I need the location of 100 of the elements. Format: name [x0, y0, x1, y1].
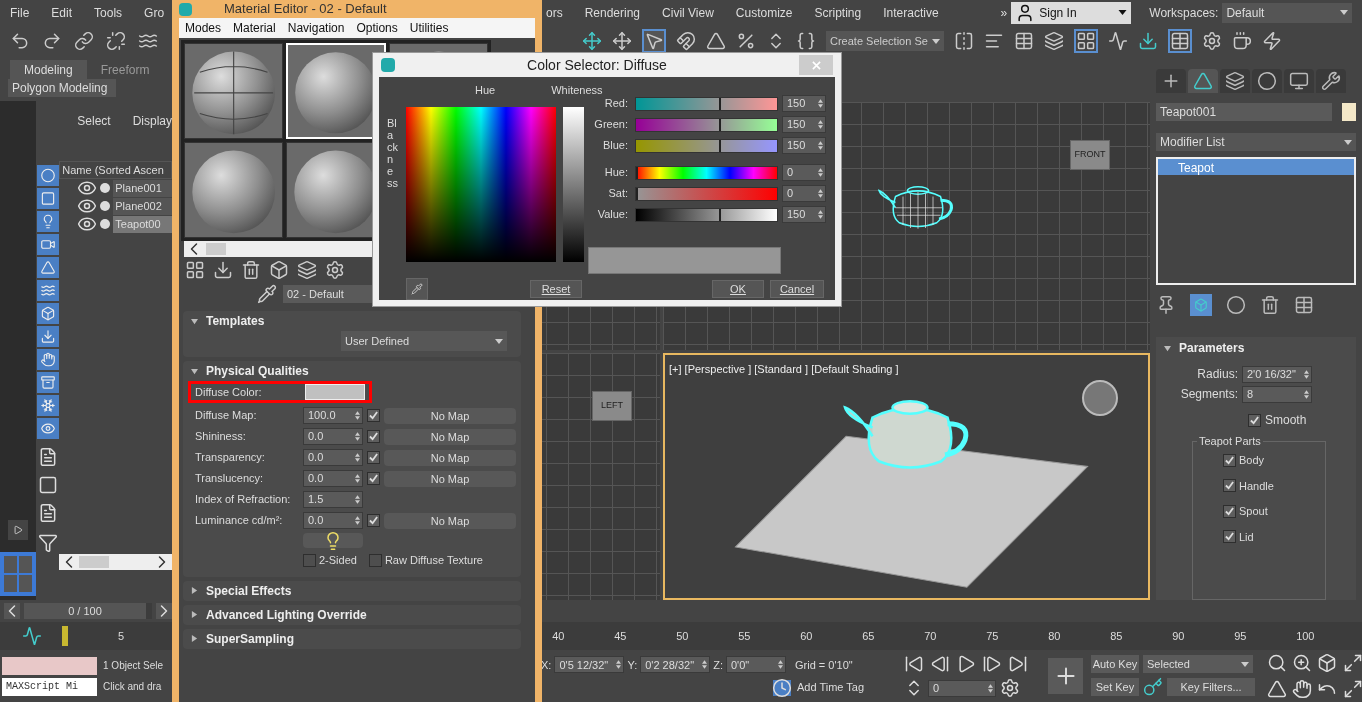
caret-icon[interactable] — [1118, 10, 1128, 15]
checkbox[interactable] — [1223, 530, 1236, 544]
menu-item[interactable]: Material — [233, 19, 276, 37]
spinner-arrows-icon[interactable] — [355, 474, 360, 483]
whiteness-bar[interactable] — [563, 107, 584, 262]
spinner-field[interactable]: 0 — [782, 164, 826, 181]
spinner-arrows-icon[interactable] — [702, 660, 708, 670]
checkbox[interactable] — [367, 472, 380, 485]
menu-item[interactable]: Customize — [735, 3, 793, 22]
menu-item[interactable]: Tools — [94, 3, 123, 22]
viewcube[interactable] — [1082, 380, 1118, 416]
gear-icon[interactable] — [1202, 31, 1222, 51]
spinner-arrows-icon[interactable] — [818, 168, 823, 177]
scene-object-item[interactable]: Plane001 — [113, 179, 172, 197]
spinner-field[interactable]: 150 — [782, 206, 826, 223]
spinner-field[interactable]: 0'0" — [726, 656, 786, 674]
horizontal-scrollbar[interactable] — [59, 554, 172, 570]
spinner-field[interactable]: 150 — [782, 137, 826, 154]
modifier-list-dropdown[interactable]: Modifier List — [1156, 133, 1356, 151]
sphere-icon[interactable] — [1257, 71, 1277, 91]
align-icon[interactable] — [984, 31, 1004, 51]
ribbon-tab[interactable]: Freeform — [86, 60, 164, 79]
command-panel-tab[interactable] — [1316, 69, 1346, 93]
spinner-arrows-icon[interactable] — [355, 432, 360, 441]
eye-icon[interactable] — [77, 214, 98, 234]
checkbox[interactable] — [303, 553, 316, 567]
set-square-icon[interactable] — [36, 257, 59, 278]
checkbox[interactable] — [367, 430, 380, 443]
go-to-end-icon[interactable] — [1008, 654, 1029, 674]
modifier-stack-item[interactable]: Teapot — [1158, 159, 1354, 175]
rollout-title[interactable]: Advanced Lighting Override — [206, 605, 367, 624]
map-button[interactable]: No Map — [384, 449, 516, 466]
eyedropper-icon[interactable] — [257, 284, 277, 304]
spinner-field[interactable]: 150 — [782, 116, 826, 133]
rollout-title[interactable]: Special Effects — [206, 581, 292, 600]
command-panel-tab[interactable] — [1188, 69, 1218, 93]
go-to-start-icon[interactable] — [904, 654, 925, 674]
scene-object-item[interactable]: Teapot00 — [113, 215, 172, 233]
previous-key-icon[interactable] — [930, 654, 951, 674]
color-slider[interactable] — [635, 96, 778, 111]
curve-editor-icon[interactable] — [1108, 31, 1128, 51]
checkbox[interactable] — [1223, 479, 1236, 493]
scene-object-item[interactable]: Plane002 — [113, 197, 172, 215]
menu-item[interactable]: Interactive — [883, 3, 939, 22]
spinner-arrows-icon[interactable] — [818, 189, 823, 198]
sample-slot[interactable] — [184, 43, 284, 139]
waves-icon[interactable] — [138, 31, 158, 51]
settings-icon[interactable] — [325, 260, 345, 280]
template-dropdown[interactable]: User Defined — [341, 331, 507, 351]
sample-slot[interactable] — [184, 142, 284, 238]
command-panel-tab[interactable] — [1220, 69, 1250, 93]
expand-triangle-icon[interactable] — [191, 587, 198, 594]
play-icon[interactable] — [956, 654, 977, 674]
field-of-view-icon[interactable] — [1267, 679, 1287, 699]
spinner-field[interactable]: 0 — [928, 679, 997, 697]
percent-snap-icon[interactable] — [736, 31, 756, 51]
filter-icon[interactable] — [37, 533, 58, 553]
menu-item[interactable]: Utilities — [409, 19, 449, 37]
snowflake-icon[interactable] — [36, 395, 59, 416]
auto-key-button[interactable]: Auto Key — [1091, 655, 1139, 673]
scrollbar-thumb[interactable] — [79, 556, 110, 568]
spinner-field[interactable]: 8 — [1242, 385, 1312, 403]
square-icon[interactable] — [37, 475, 58, 495]
perspective-viewport[interactable]: [+] [Perspective ] [Standard ] [Default Shading ] — [663, 353, 1150, 600]
menu-item[interactable]: Rendering — [584, 3, 641, 22]
spinner-arrows-icon[interactable] — [818, 120, 823, 129]
spinner-arrows-icon[interactable] — [818, 141, 823, 150]
spinner-arrows-icon[interactable] — [355, 453, 360, 462]
color-slider[interactable] — [635, 207, 778, 222]
ok-button[interactable]: OK — [712, 280, 764, 298]
material-grid-icon[interactable] — [185, 260, 205, 280]
key-filters-button[interactable]: Key Filters... — [1167, 678, 1255, 696]
spinner-arrows-icon[interactable] — [778, 660, 783, 670]
slider-thumb[interactable] — [718, 139, 721, 152]
add-time-tag-button[interactable]: Add Time Tag — [797, 679, 865, 696]
play-button[interactable] — [8, 520, 28, 540]
menu-item[interactable]: Scripting — [814, 3, 862, 22]
overflow-menu[interactable]: » — [1000, 3, 1008, 22]
menu-item[interactable]: Civil View — [662, 3, 714, 22]
rollout-title[interactable]: SuperSampling — [206, 629, 294, 648]
checkbox[interactable] — [1223, 453, 1236, 467]
explorer-menu-item[interactable]: Display — [132, 112, 172, 130]
map-button[interactable]: No Map — [384, 407, 516, 424]
delete-icon[interactable] — [241, 260, 261, 280]
maxscript-field[interactable]: MAXScript Mi — [2, 677, 97, 696]
link-icon[interactable] — [74, 31, 94, 51]
menu-item[interactable]: Gro — [144, 3, 165, 22]
checkbox[interactable] — [1248, 413, 1261, 427]
listener-field[interactable] — [2, 656, 97, 675]
redo-icon[interactable] — [42, 31, 62, 51]
ribbon-tab[interactable]: Modeling — [10, 60, 87, 79]
color-slider[interactable] — [635, 186, 778, 201]
maximize-viewport-icon[interactable] — [1342, 679, 1362, 699]
box-icon[interactable] — [269, 260, 289, 280]
spinner-field[interactable]: 100.0 — [303, 407, 363, 424]
spinner-field[interactable]: 2'0 16/32" — [1242, 365, 1312, 383]
key-mode-dropdown[interactable]: Selected — [1143, 655, 1253, 673]
move-icon[interactable] — [582, 31, 602, 51]
layers-icon[interactable] — [1044, 31, 1064, 51]
checkbox[interactable] — [368, 553, 382, 567]
